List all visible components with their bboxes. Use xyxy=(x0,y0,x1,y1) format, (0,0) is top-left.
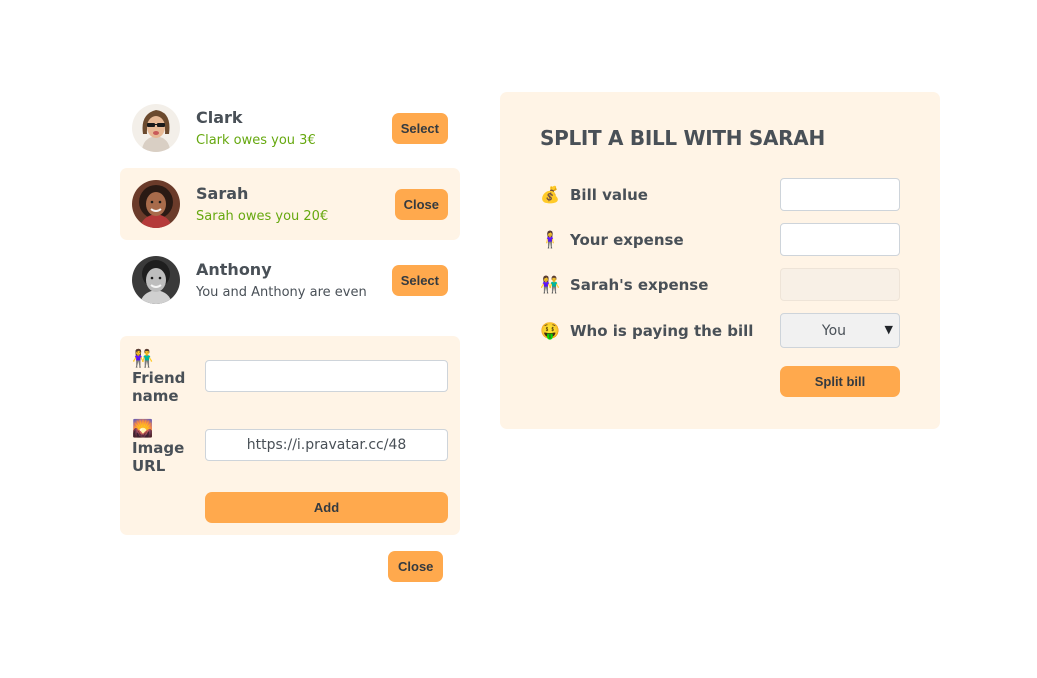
friend-balance: Sarah owes you 20€ xyxy=(196,209,329,224)
select-anthony-button[interactable]: Select xyxy=(391,265,448,296)
your-expense-label: 🧍‍♀️ Your expense xyxy=(540,230,684,249)
payer-select[interactable]: You ▼ xyxy=(780,313,900,348)
avatar-anthony xyxy=(132,256,180,304)
friend-item-anthony: Anthony You and Anthony are even Select xyxy=(120,244,460,316)
money-bag-icon: 💰 xyxy=(540,185,560,204)
friend-expense-label: 👫 Sarah's expense xyxy=(540,275,709,294)
your-expense-input[interactable] xyxy=(780,223,900,256)
friend-balance: You and Anthony are even xyxy=(196,285,367,300)
close-sarah-button[interactable]: Close xyxy=(394,189,448,220)
friend-balance: Clark owes you 3€ xyxy=(196,133,316,148)
sunrise-icon: 🌄 xyxy=(132,419,154,439)
avatar-clark xyxy=(132,104,180,152)
avatar-sarah xyxy=(132,180,180,228)
add-friend-button[interactable]: Add xyxy=(205,492,448,523)
image-url-label: 🌄 Image URL xyxy=(132,419,202,475)
friend-name: Anthony xyxy=(196,260,272,279)
select-clark-button[interactable]: Select xyxy=(391,113,448,144)
couple-icon: 👫 xyxy=(540,275,560,294)
add-friend-form: 👫 Friend name 🌄 Image URL Add xyxy=(120,336,460,535)
payer-label: 🤑 Who is paying the bill xyxy=(540,321,754,340)
close-form-button[interactable]: Close xyxy=(388,551,444,582)
person-standing-icon: 🧍‍♀️ xyxy=(540,230,560,249)
payer-select-value: You xyxy=(821,323,847,339)
friend-name-input[interactable] xyxy=(205,360,448,392)
split-bill-form: SPLIT A BILL WITH SARAH 💰 Bill value 🧍‍♀️… xyxy=(500,92,940,429)
friend-name: Clark xyxy=(196,108,243,127)
friends-list: Clark Clark owes you 3€ Select Sarah Sar… xyxy=(120,92,460,320)
friend-name: Sarah xyxy=(196,184,249,203)
chevron-down-icon: ▼ xyxy=(884,323,893,336)
friend-expense-input xyxy=(780,268,900,301)
money-mouth-face-icon: 🤑 xyxy=(540,321,560,340)
friend-item-sarah: Sarah Sarah owes you 20€ Close xyxy=(120,168,460,240)
image-url-input[interactable] xyxy=(205,429,448,461)
split-bill-button[interactable]: Split bill xyxy=(780,366,900,397)
friend-name-label: 👫 Friend name xyxy=(132,349,202,405)
couple-icon: 👫 xyxy=(132,349,154,369)
split-form-title: SPLIT A BILL WITH SARAH xyxy=(540,126,825,150)
bill-value-label: 💰 Bill value xyxy=(540,185,648,204)
friend-item-clark: Clark Clark owes you 3€ Select xyxy=(120,92,460,164)
bill-value-input[interactable] xyxy=(780,178,900,211)
